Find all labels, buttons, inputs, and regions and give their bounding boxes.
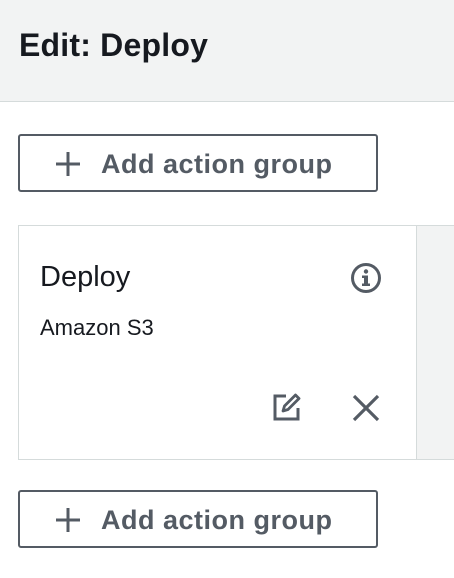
plus-icon: [54, 150, 82, 178]
add-action-group-label: Add action group: [101, 149, 333, 179]
next-action-panel: [416, 225, 454, 460]
page-title: Edit: Deploy: [19, 27, 209, 63]
action-name: Deploy: [40, 261, 131, 293]
page-header: Edit: Deploy: [0, 0, 454, 102]
edit-icon[interactable]: [272, 392, 302, 422]
add-action-group-button-bottom[interactable]: Add action group: [18, 490, 378, 548]
info-icon[interactable]: [350, 262, 382, 294]
plus-icon: [54, 506, 82, 534]
action-provider: Amazon S3: [40, 315, 154, 340]
add-action-group-label: Add action group: [101, 505, 333, 535]
action-card[interactable]: Deploy Amazon S3: [18, 225, 418, 460]
close-icon[interactable]: [351, 393, 381, 423]
add-action-group-button-top[interactable]: Add action group: [18, 134, 378, 192]
